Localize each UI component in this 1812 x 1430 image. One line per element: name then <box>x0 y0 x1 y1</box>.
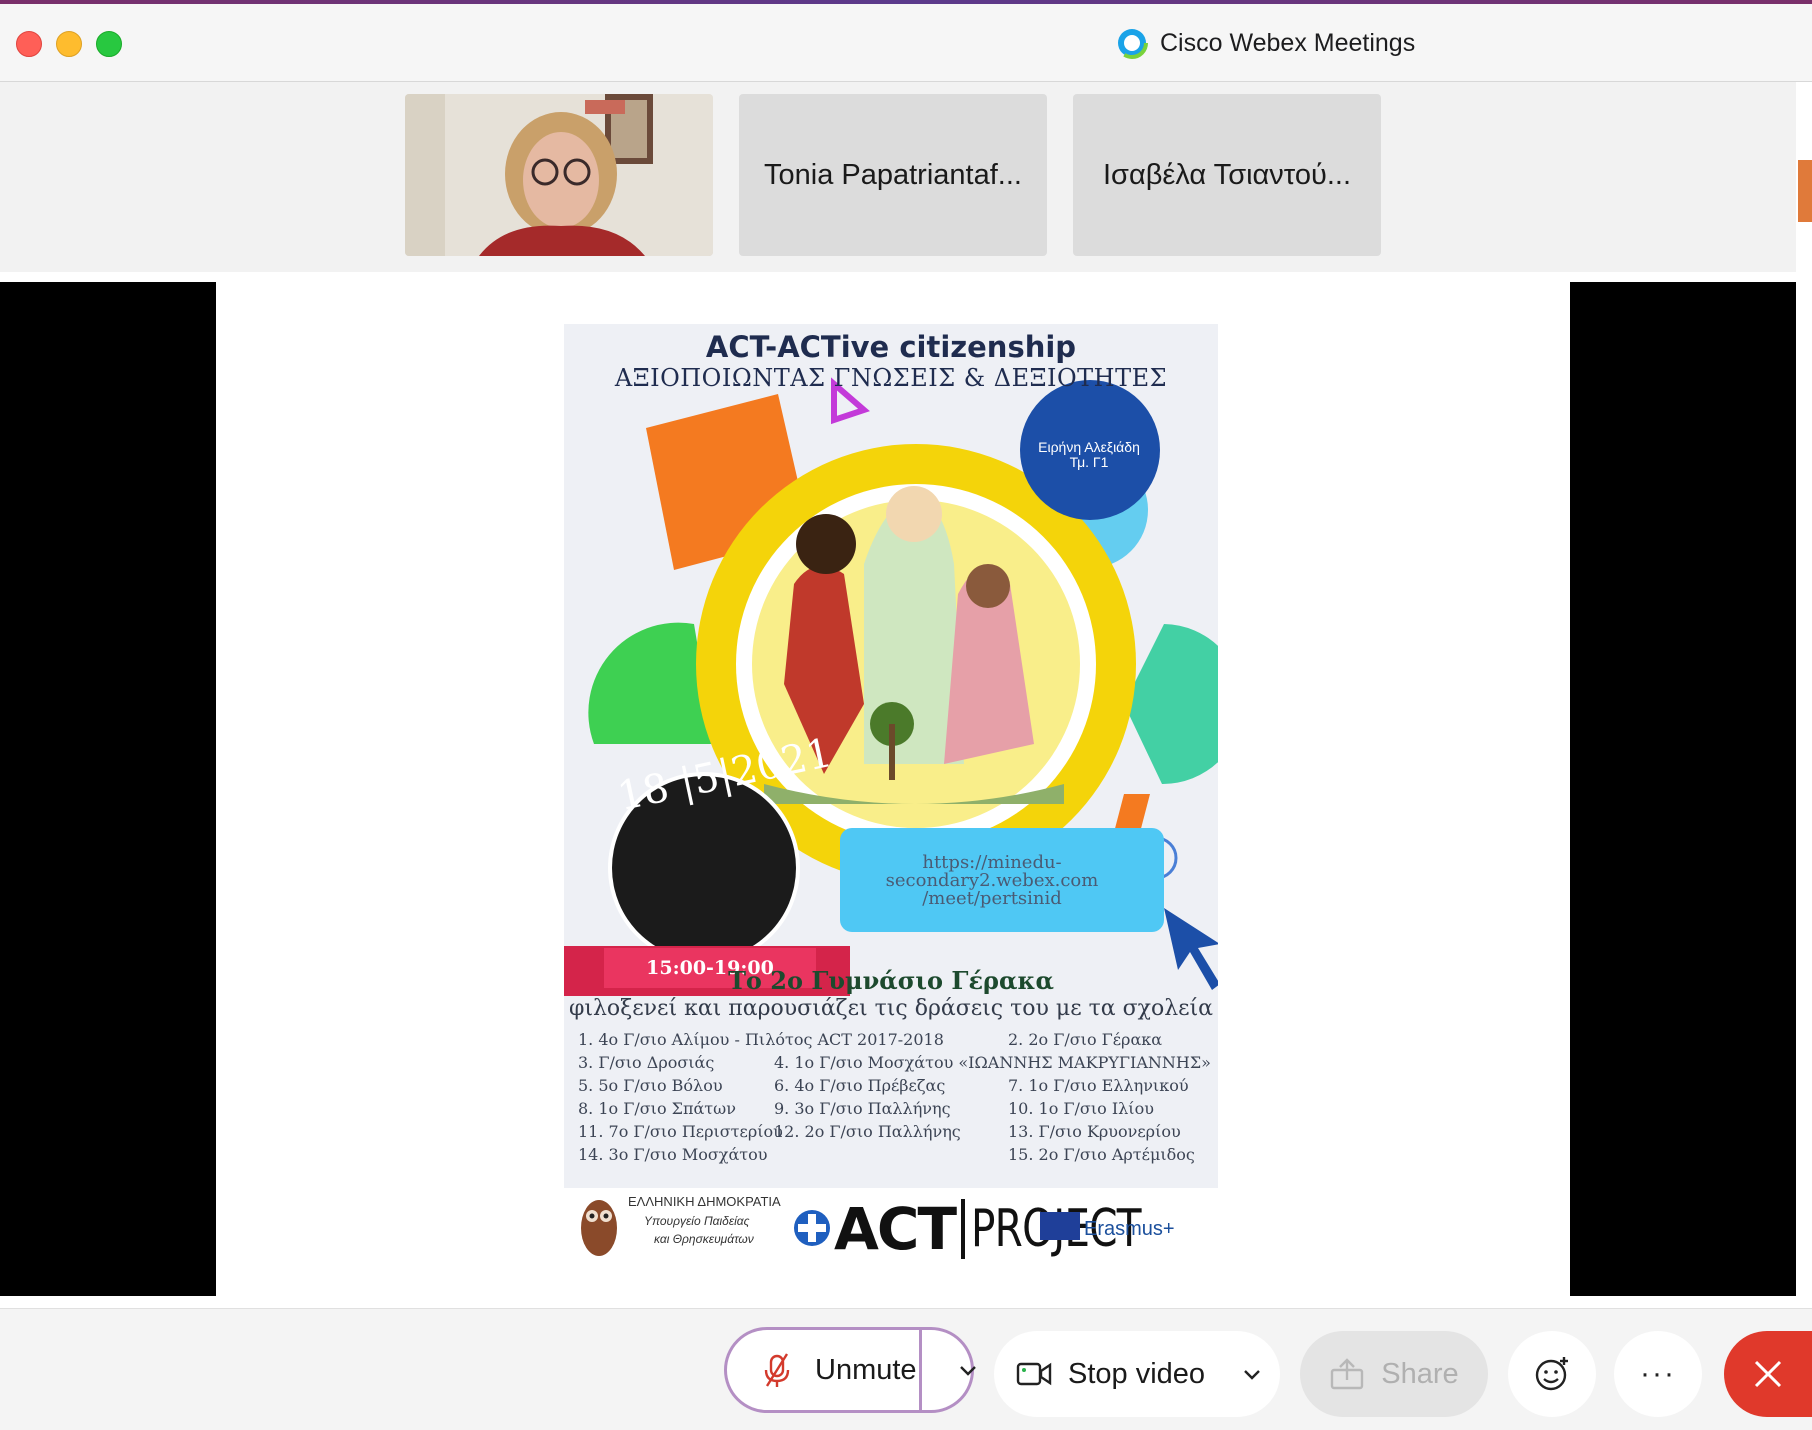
video-camera-icon <box>1016 1362 1052 1386</box>
stop-video-label[interactable]: Stop video <box>1068 1358 1205 1391</box>
window-title-text: Cisco Webex Meetings <box>1160 28 1416 57</box>
ministry-line: Υπουργείο Παιδείας <box>644 1214 750 1228</box>
poster-subtitle: ΑΞΙΟΠΟΙΩΝΤΑΣ ΓΝΩΣΕΙΣ & ΔΕΞΙΟΤΗΤΕΣ <box>614 364 1168 392</box>
meeting-controls: Unmute Stop video Share ··· <box>0 1308 1812 1430</box>
more-options-button[interactable]: ··· <box>1614 1331 1702 1417</box>
poster-school-list: 1. 4ο Γ/σιο Αλίμου - Πιλότος ACT 2017-20… <box>578 1030 1218 1170</box>
right-edge <box>1796 272 1812 1308</box>
share-button[interactable]: Share <box>1300 1331 1488 1417</box>
poster-title: ACT-ACTive citizenship <box>705 330 1077 364</box>
poster-author-name: Ειρήνη Αλεξιάδη <box>1038 439 1140 455</box>
school-item: 12. 2ο Γ/σιο Παλλήνης <box>774 1122 961 1141</box>
window-title: Cisco Webex Meetings <box>1116 26 1415 60</box>
school-item: 3. Γ/σιο Δροσιάς <box>578 1053 715 1072</box>
letterbox-left <box>0 282 216 1296</box>
title-bar: Cisco Webex Meetings <box>0 0 1812 82</box>
unmute-control-group[interactable]: Unmute <box>724 1327 976 1413</box>
more-options-ellipsis-icon: ··· <box>1640 1357 1676 1390</box>
school-item: 8. 1ο Γ/σιο Σπάτων <box>578 1099 736 1118</box>
participant-strip: Tonia Papatriantaf... Ισαβέλα Τσιαντού..… <box>0 82 1796 272</box>
erasmus-logo-text: Erasmus+ <box>1084 1218 1175 1240</box>
strip-scroll-indicator[interactable] <box>1798 160 1812 222</box>
participant-name: Tonia Papatriantaf... <box>764 158 1022 191</box>
poster-school-subtitle: φιλοξενεί και παρουσιάζει τις δράσεις το… <box>568 996 1214 1021</box>
share-upload-icon <box>1331 1358 1364 1390</box>
zoom-window-button[interactable] <box>96 31 122 57</box>
poster-author-class: Τμ. Γ1 <box>1069 454 1109 470</box>
ministry-logo: ΕΛΛΗΝΙΚΗ ΔΗΜΟΚΡΑΤΙΑ Υπουργείο Παιδείας κ… <box>574 1192 794 1260</box>
school-item: 11. 7ο Γ/σιο Περιστερίου <box>578 1122 783 1141</box>
school-item: 5. 5ο Γ/σιο Βόλου <box>578 1076 723 1095</box>
poster-url-line: /meet/pertsinid <box>922 888 1062 909</box>
participant-tile-tonia[interactable]: Tonia Papatriantaf... <box>739 94 1047 256</box>
participant-video-tile[interactable] <box>405 94 713 256</box>
school-item: 2. 2ο Γ/σιο Γέρακα <box>1008 1030 1163 1049</box>
participant-tile-isavela[interactable]: Ισαβέλα Τσιαντού... <box>1073 94 1381 256</box>
poster-school-title: Το 2ο Γυμνάσιο Γέρακα <box>728 966 1054 995</box>
school-item: 4. 1ο Γ/σιο Μοσχάτου «ΙΩΑΝΝΗΣ ΜΑΚΡΥΓΙΑΝΝ… <box>774 1053 1211 1072</box>
school-item: 6. 4ο Γ/σιο Πρέβεζας <box>774 1076 946 1095</box>
close-icon <box>1754 1360 1782 1388</box>
poster-author-badge: Ειρήνη Αλεξιάδη Τμ. Γ1 <box>1034 440 1144 470</box>
minimize-window-button[interactable] <box>56 31 82 57</box>
school-item: 1. 4ο Γ/σιο Αλίμου - Πιλότος ACT 2017-20… <box>578 1030 944 1049</box>
shared-content-stage: ACT-ACTive citizenship ΑΞΙΟΠΟΙΩΝΤΑΣ ΓΝΩΣ… <box>0 282 1796 1296</box>
owl-icon <box>581 1200 617 1256</box>
school-item: 7. 1ο Γ/σιο Ελληνικού <box>1008 1076 1189 1095</box>
greek-cross-icon <box>794 1210 830 1246</box>
audio-options-chevron-down-icon[interactable] <box>957 1363 979 1377</box>
shared-poster: ACT-ACTive citizenship ΑΞΙΟΠΟΙΩΝΤΑΣ ΓΝΩΣ… <box>564 324 1218 1264</box>
stop-video-control-group[interactable]: Stop video <box>994 1331 1280 1417</box>
school-item: 14. 3ο Γ/σιο Μοσχάτου <box>578 1145 768 1164</box>
act-logo-separator <box>961 1199 966 1259</box>
poster-footer-logos: ΕΛΛΗΝΙΚΗ ΔΗΜΟΚΡΑΤΙΑ Υπουργείο Παιδείας κ… <box>564 1188 1218 1264</box>
share-label: Share <box>1381 1357 1459 1390</box>
unmute-label[interactable]: Unmute <box>815 1354 917 1387</box>
school-item: 9. 3ο Γ/σιο Παλλήνης <box>774 1099 951 1118</box>
emoji-reaction-icon <box>1535 1357 1568 1391</box>
ministry-line: και Θρησκευμάτων <box>654 1232 754 1246</box>
eu-flag-icon <box>1040 1212 1080 1240</box>
letterbox-right <box>1570 282 1796 1296</box>
school-item: 13. Γ/σιο Κρυονερίου <box>1008 1122 1181 1141</box>
webex-logo-icon <box>1116 27 1148 59</box>
ministry-line: ΕΛΛΗΝΙΚΗ ΔΗΜΟΚΡΑΤΙΑ <box>628 1194 781 1209</box>
microphone-muted-icon <box>764 1353 790 1387</box>
participant-video-feed <box>405 94 713 256</box>
poster-url: https://minedu- secondary2.webex.com /me… <box>840 854 1144 908</box>
video-options-chevron-down-icon[interactable] <box>1241 1367 1263 1381</box>
school-item: 15. 2ο Γ/σιο Αρτέμιδος <box>1008 1145 1195 1164</box>
act-logo-text: ACT <box>834 1195 957 1263</box>
leave-meeting-button[interactable] <box>1724 1331 1812 1417</box>
participant-name: Ισαβέλα Τσιαντού... <box>1102 158 1352 191</box>
close-window-button[interactable] <box>16 31 42 57</box>
window-top-accent <box>0 0 1812 4</box>
reactions-button[interactable] <box>1508 1331 1596 1417</box>
school-item: 10. 1ο Γ/σιο Ιλίου <box>1008 1099 1154 1118</box>
